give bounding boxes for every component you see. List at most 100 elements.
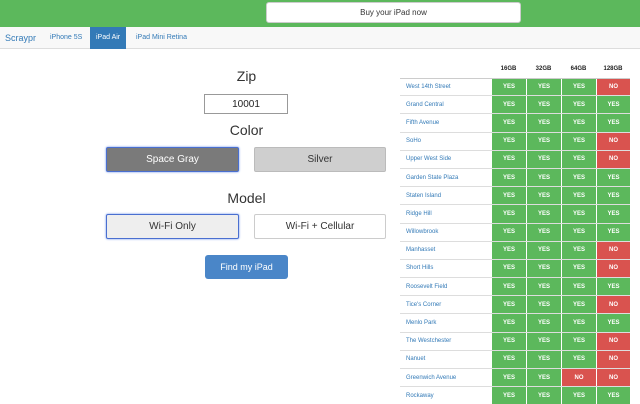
store-link[interactable]: Grand Central bbox=[400, 96, 491, 114]
availability-cell: YES bbox=[491, 387, 526, 404]
availability-cell: YES bbox=[526, 168, 561, 187]
availability-cell: YES bbox=[526, 187, 561, 205]
table-row: Willowbrook YES YES YES YES bbox=[400, 223, 630, 242]
table-row: Tice's Corner YES YES YES NO bbox=[400, 296, 630, 315]
store-link[interactable]: West 14th Street bbox=[400, 79, 491, 96]
store-link[interactable]: Upper West Side bbox=[400, 150, 491, 168]
zip-heading: Zip bbox=[236, 68, 257, 84]
model-heading: Model bbox=[227, 190, 266, 206]
availability-cell: YES bbox=[561, 259, 596, 278]
store-link[interactable]: Ridge Hill bbox=[400, 205, 491, 223]
availability-cell: YES bbox=[561, 132, 596, 150]
table-row: The Westchester YES YES YES NO bbox=[400, 332, 630, 351]
buy-ipad-button[interactable]: Buy your iPad now bbox=[266, 2, 521, 23]
navbar: Scraypr iPhone 5S iPad Air iPad Mini Ret… bbox=[0, 27, 640, 49]
table-row: Fifth Avenue YES YES YES YES bbox=[400, 114, 630, 133]
availability-cell: NO bbox=[596, 79, 630, 96]
table-row: Roosevelt Field YES YES YES YES bbox=[400, 278, 630, 297]
availability-cell: YES bbox=[491, 350, 526, 368]
color-silver-button[interactable]: Silver bbox=[254, 147, 386, 172]
store-link[interactable]: Tice's Corner bbox=[400, 296, 491, 314]
availability-cell: NO bbox=[596, 350, 630, 368]
store-link[interactable]: Rockaway bbox=[400, 387, 491, 404]
availability-cell: YES bbox=[526, 332, 561, 350]
availability-cell: YES bbox=[491, 241, 526, 259]
table-row: West 14th Street YES YES YES NO bbox=[400, 78, 630, 97]
table-row: Manhasset YES YES YES NO bbox=[400, 241, 630, 260]
table-row: SoHo YES YES YES NO bbox=[400, 132, 630, 151]
availability-cell: NO bbox=[596, 259, 630, 278]
store-link[interactable]: Willowbrook bbox=[400, 223, 491, 241]
availability-cell: YES bbox=[561, 96, 596, 114]
availability-cell: YES bbox=[596, 205, 630, 223]
availability-cell: YES bbox=[561, 332, 596, 350]
availability-cell: YES bbox=[561, 241, 596, 259]
store-link[interactable]: Garden State Plaza bbox=[400, 168, 491, 187]
store-link[interactable]: Greenwich Avenue bbox=[400, 369, 491, 387]
availability-cell: YES bbox=[561, 150, 596, 168]
tab-ipad-mini-retina[interactable]: iPad Mini Retina bbox=[130, 27, 193, 49]
availability-cell: YES bbox=[491, 168, 526, 187]
availability-cell: NO bbox=[596, 369, 630, 387]
store-link[interactable]: SoHo bbox=[400, 132, 491, 150]
availability-cell: YES bbox=[561, 387, 596, 404]
store-link[interactable]: The Westchester bbox=[400, 332, 491, 350]
color-space-gray-button[interactable]: Space Gray bbox=[106, 147, 239, 172]
availability-cell: NO bbox=[596, 296, 630, 314]
availability-cell: YES bbox=[526, 114, 561, 132]
availability-cell: YES bbox=[561, 79, 596, 96]
availability-cell: YES bbox=[596, 314, 630, 332]
availability-cell: YES bbox=[526, 223, 561, 241]
availability-cell: YES bbox=[491, 332, 526, 350]
tab-iphone-5s[interactable]: iPhone 5S bbox=[44, 27, 88, 49]
tab-ipad-air[interactable]: iPad Air bbox=[90, 27, 127, 49]
store-link[interactable]: Nanuet bbox=[400, 350, 491, 368]
store-link[interactable]: Fifth Avenue bbox=[400, 114, 491, 132]
availability-cell: NO bbox=[596, 241, 630, 259]
availability-cell: NO bbox=[561, 369, 596, 387]
store-link[interactable]: Roosevelt Field bbox=[400, 278, 491, 296]
availability-cell: YES bbox=[561, 350, 596, 368]
model-wifi-cellular-button[interactable]: Wi-Fi + Cellular bbox=[254, 214, 386, 239]
availability-cell: YES bbox=[526, 369, 561, 387]
availability-cell: YES bbox=[491, 296, 526, 314]
availability-cell: YES bbox=[561, 205, 596, 223]
availability-cell: YES bbox=[491, 187, 526, 205]
availability-cell: YES bbox=[491, 223, 526, 241]
store-link[interactable]: Manhasset bbox=[400, 241, 491, 259]
availability-cell: YES bbox=[526, 278, 561, 296]
store-column-header bbox=[400, 60, 491, 78]
model-wifi-only-button[interactable]: Wi-Fi Only bbox=[106, 214, 239, 239]
capacity-header: 64GB bbox=[570, 66, 587, 72]
capacity-header: 128GB bbox=[603, 66, 623, 72]
availability-cell: YES bbox=[526, 259, 561, 278]
zip-input[interactable]: 10001 bbox=[204, 94, 288, 114]
table-row: Ridge Hill YES YES YES YES bbox=[400, 205, 630, 224]
availability-cell: YES bbox=[491, 132, 526, 150]
availability-cell: YES bbox=[526, 350, 561, 368]
stock-rows: West 14th Street YES YES YES NO Grand Central… bbox=[400, 78, 630, 404]
top-banner: Buy your iPad now bbox=[0, 0, 640, 27]
availability-cell: YES bbox=[526, 314, 561, 332]
availability-cell: YES bbox=[561, 187, 596, 205]
stock-table: 16GB 32GB 64GB 128GB West 14th Street YES… bbox=[400, 60, 630, 404]
store-link[interactable]: Short Hills bbox=[400, 259, 491, 278]
store-link[interactable]: Menlo Park bbox=[400, 314, 491, 332]
availability-cell: YES bbox=[561, 168, 596, 187]
availability-cell: YES bbox=[491, 314, 526, 332]
table-row: Greenwich Avenue YES YES NO NO bbox=[400, 369, 630, 388]
store-link[interactable]: Staten Island bbox=[400, 187, 491, 205]
availability-cell: YES bbox=[526, 96, 561, 114]
availability-cell: YES bbox=[596, 114, 630, 132]
table-row: Garden State Plaza YES YES YES YES bbox=[400, 168, 630, 188]
stock-table-header: 16GB 32GB 64GB 128GB bbox=[400, 60, 630, 78]
find-my-ipad-button[interactable]: Find my iPad bbox=[205, 255, 288, 279]
brand-link[interactable]: Scraypr bbox=[5, 27, 36, 49]
availability-cell: YES bbox=[596, 168, 630, 187]
availability-cell: YES bbox=[526, 296, 561, 314]
availability-cell: YES bbox=[491, 96, 526, 114]
availability-cell: YES bbox=[561, 223, 596, 241]
table-row: Short Hills YES YES YES NO bbox=[400, 259, 630, 279]
availability-cell: YES bbox=[561, 278, 596, 296]
availability-cell: YES bbox=[526, 150, 561, 168]
